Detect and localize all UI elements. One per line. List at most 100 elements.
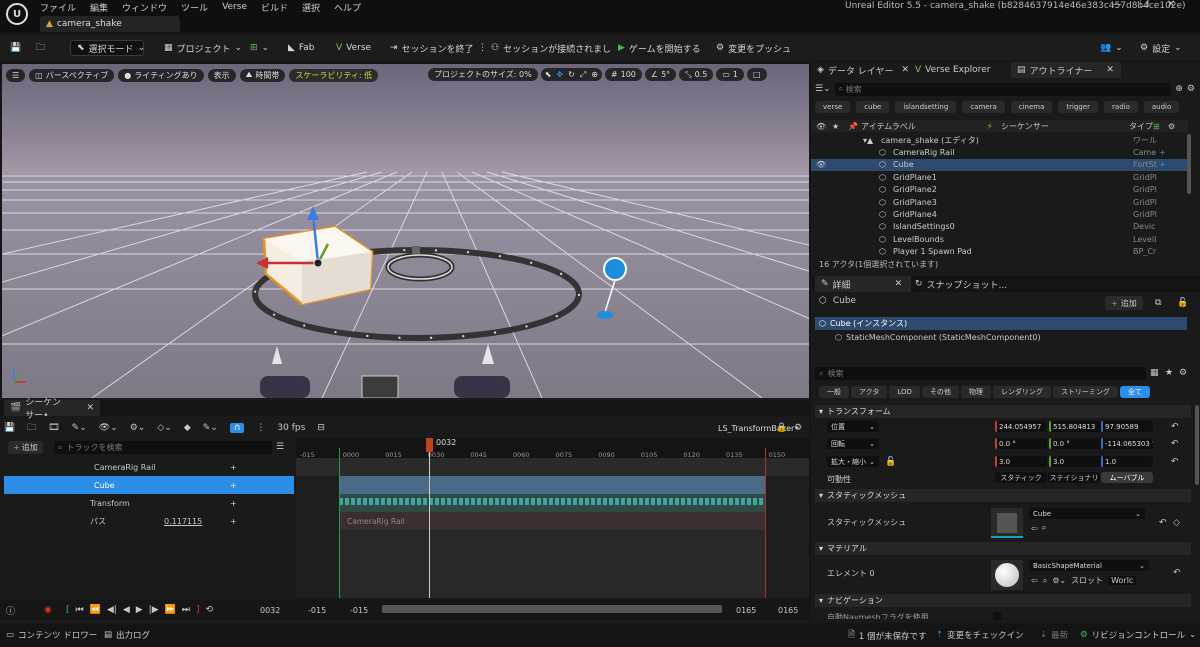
add-track-icon[interactable]: + — [230, 499, 237, 508]
document-tab[interactable]: ▲ camera_shake — [40, 16, 180, 32]
move-icon[interactable]: ✥ — [556, 70, 563, 79]
session-status[interactable]: ⋮ ⚇ セッションが接続されまし — [478, 40, 611, 56]
blueprint-icon[interactable]: ⧉ — [1155, 298, 1161, 308]
filter-chip[interactable]: radio — [1104, 101, 1138, 113]
material-section-header[interactable]: ▾ マテリアル — [815, 542, 1191, 555]
filter-chip[interactable]: islandsetting — [895, 101, 957, 113]
component-instance-row[interactable]: ⬡ Cube (インスタンス) — [815, 317, 1187, 330]
keys-icon[interactable]: ◇⌄ — [157, 423, 171, 433]
outliner-row[interactable]: ⬡ GridPlane3 GridPl — [811, 196, 1188, 208]
menu-item[interactable]: 選択 — [302, 1, 320, 14]
camera-lock-icon[interactable]: 🔒 — [776, 423, 787, 433]
playhead-handle[interactable] — [426, 438, 433, 452]
scalability-button[interactable]: スケーラビリティ: 低 — [289, 68, 379, 82]
level-viewport[interactable]: ☰ ◫ パースペクティブ ● ライティングあり 表示 ⛰ 時間帯 スケーラビリティ: … — [2, 64, 809, 398]
render-icon[interactable]: 🎞 — [48, 423, 59, 433]
category-tab[interactable]: 一般 — [819, 386, 849, 398]
add-content-dropdown[interactable]: ⊞ ⌄ — [250, 40, 269, 56]
location-dropdown[interactable]: 位置 ⌄ — [827, 421, 879, 432]
visibility-icon[interactable]: 👁 — [816, 160, 826, 169]
star-icon[interactable]: ★ — [832, 122, 839, 131]
view-icon[interactable]: 👁⌄ — [99, 423, 118, 433]
menu-item[interactable]: ファイル — [40, 1, 76, 14]
save-icon[interactable]: 💾 — [4, 423, 15, 433]
working-start-field[interactable]: -015 — [350, 606, 368, 615]
outliner-row[interactable]: ⬡ LevelBounds LevelI — [811, 233, 1188, 245]
scale-icon[interactable]: ⤢ — [580, 70, 586, 80]
static-mesh-dropdown[interactable]: Cube ⌄ — [1029, 508, 1145, 519]
more-icon[interactable]: ⋮ — [256, 423, 265, 433]
outliner-row[interactable]: ⬡ GridPlane1 GridPl — [811, 171, 1188, 183]
filter-chip[interactable]: cube — [856, 101, 890, 113]
start-game-button[interactable]: ▶ ゲームを開始する — [618, 40, 701, 56]
prev-key-icon[interactable]: ⏪ — [90, 605, 101, 615]
static-mesh-section-header[interactable]: ▾ スタティックメッシュ — [815, 489, 1191, 502]
outliner-row[interactable]: ⬡ Cube FortSt 👁 + — [811, 158, 1188, 172]
rotation-x-field[interactable]: 0.0 ° — [995, 438, 1047, 449]
close-icon[interactable]: ✕ — [895, 279, 903, 289]
range-start-icon[interactable]: [ — [66, 605, 70, 615]
play-icon[interactable]: ▶ — [136, 605, 143, 615]
diamond-icon[interactable]: ◇ — [1173, 518, 1180, 528]
find-icon[interactable]: ⌕ — [1043, 576, 1047, 586]
path-track-section[interactable]: CameraRig Rail — [339, 512, 765, 530]
close-icon[interactable]: ✕ — [86, 403, 94, 413]
track-row[interactable]: パス 0.117115 + — [4, 512, 294, 530]
category-tab[interactable]: レンダリング — [992, 386, 1051, 398]
column-sequencer[interactable]: シーケンサー — [1001, 121, 1049, 132]
add-to-sequencer-icon[interactable]: + — [1159, 160, 1166, 169]
column-item-label[interactable]: アイテムラベル — [861, 121, 916, 132]
tab-sequencer[interactable]: 🎬 シーケンサー• ✕ — [4, 398, 100, 421]
material-thumbnail[interactable] — [991, 560, 1023, 590]
verse-button[interactable]: V Verse — [336, 40, 371, 56]
settings-icon[interactable]: ⚙ — [794, 423, 802, 433]
push-changes-button[interactable]: ⚙ 変更をプッシュ — [716, 40, 791, 56]
add-track-icon[interactable]: + — [230, 463, 237, 472]
category-tab[interactable]: 物理 — [960, 386, 991, 398]
unsaved-indicator[interactable]: 🗎 1 個が未保存です — [848, 629, 926, 643]
transform-section-header[interactable]: ▾ トランスフォーム — [815, 405, 1191, 418]
world-icon[interactable]: ⊕ — [591, 70, 598, 79]
project-size-indicator[interactable]: プロジェクトのサイズ: 0% — [428, 68, 538, 81]
tab-verse-explorer[interactable]: V Verse Explorer — [915, 62, 990, 78]
browse-icon[interactable]: ⇦ — [1031, 524, 1038, 533]
track-row[interactable]: Transform + — [4, 494, 294, 512]
close-icon[interactable]: ✕ — [1167, 0, 1175, 10]
scale-y-field[interactable]: 3.0 — [1049, 456, 1101, 467]
menu-item[interactable]: ツール — [181, 1, 208, 14]
time-of-day-button[interactable]: ⛰ 時間帯 — [239, 68, 286, 82]
material-dropdown[interactable]: BasicShapeMaterial ⌄ — [1029, 560, 1149, 571]
outliner-scrollbar[interactable] — [1187, 134, 1191, 194]
snap-key-icon[interactable]: ◆ — [184, 423, 191, 433]
tab-data-layers[interactable]: ◈ データ レイヤー ✕ — [817, 62, 909, 78]
show-button[interactable]: 表示 — [207, 68, 236, 82]
location-x-field[interactable]: 244.054957 — [995, 421, 1047, 432]
slot-value-field[interactable]: Worlc — [1108, 576, 1137, 585]
fab-button[interactable]: ◣ Fab — [288, 40, 315, 56]
project-dropdown[interactable]: ▦ プロジェクト ⌄ — [164, 40, 242, 56]
settings-icon[interactable]: ⚙ — [1179, 368, 1187, 378]
favorite-icon[interactable]: ★ — [1165, 368, 1173, 378]
tree-settings-icon[interactable]: ⚙ — [1168, 122, 1175, 131]
skip-start-icon[interactable]: ⏮ — [76, 605, 84, 615]
current-frame-field[interactable]: 0032 — [260, 606, 280, 615]
outliner-row[interactable]: ⬡ CameraRig Rail Came + — [811, 146, 1188, 158]
scale-dropdown[interactable]: 拡大・縮小 ⌄ — [827, 456, 879, 467]
details-scrollbar[interactable] — [1195, 405, 1199, 485]
output-log-button[interactable]: ▤ 出力ログ — [104, 629, 150, 641]
viewport-menu-button[interactable]: ☰ — [6, 68, 26, 82]
content-drawer-button[interactable]: ▭ コンテンツ ドロワー — [6, 629, 97, 641]
check-in-button[interactable]: ⇡ 変更をチェックイン — [936, 629, 1024, 641]
loop-icon[interactable]: ⟲ — [205, 605, 213, 615]
minimize-icon[interactable]: — — [1112, 0, 1122, 10]
mobility-static-button[interactable]: スタティック — [995, 472, 1047, 483]
working-end-field[interactable]: 0165 — [736, 606, 756, 615]
track-row[interactable]: CameraRig Rail + — [4, 458, 294, 476]
cube-track-section[interactable] — [339, 476, 765, 494]
category-tab[interactable]: アクタ — [851, 386, 888, 398]
reverse-icon[interactable]: ◀ — [123, 605, 130, 615]
browse-button[interactable]: 🗀 — [36, 40, 45, 56]
tab-outliner[interactable]: ▤ アウトライナー ✕ — [1011, 62, 1121, 78]
fps-dropdown[interactable]: 30 fps — [277, 423, 305, 433]
reset-icon[interactable]: ↶ — [1173, 568, 1181, 578]
